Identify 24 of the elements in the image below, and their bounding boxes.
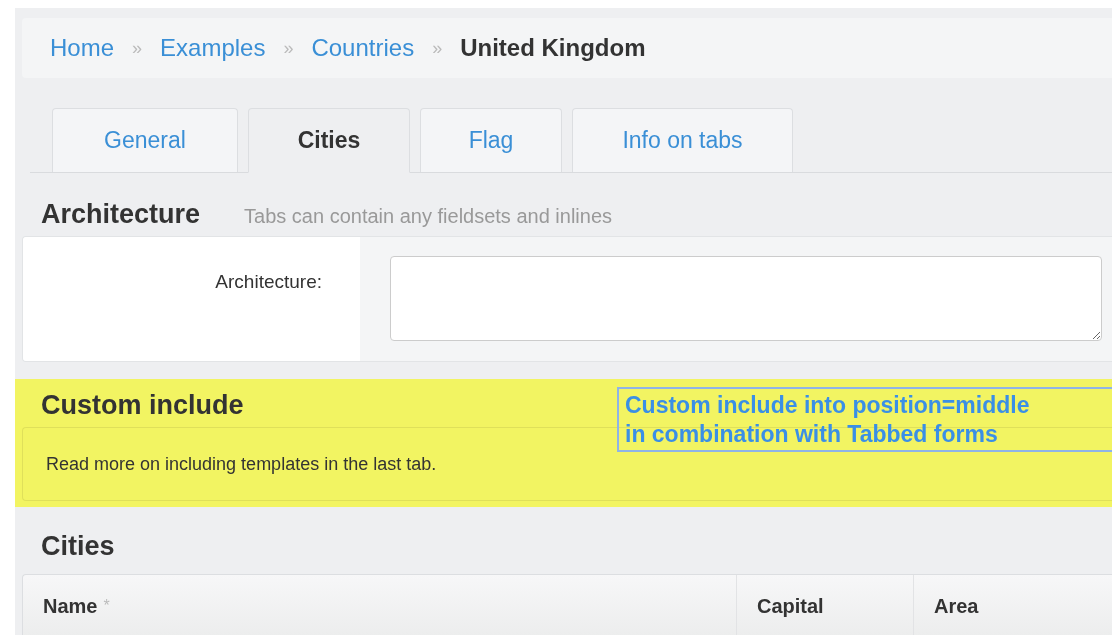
section-description: Tabs can contain any fieldsets and inlines [244, 205, 613, 228]
section-title: Custom include [41, 389, 244, 421]
breadcrumb-separator: » [432, 37, 443, 59]
annotation-text: in combination with Tabbed forms [625, 420, 999, 449]
column-header: Area [934, 594, 979, 618]
column-header: Name [43, 594, 98, 618]
text-area[interactable] [390, 256, 1102, 341]
breadcrumb-link[interactable]: Countries [311, 34, 415, 62]
tab[interactable]: Cities [248, 108, 410, 173]
breadcrumb-link[interactable]: Home [50, 34, 115, 62]
include-text: Read more on including templates in the last tab. [46, 453, 437, 475]
breadcrumb-separator: » [283, 37, 294, 59]
breadcrumb-current: United Kingdom [460, 34, 646, 62]
required-mark: * [103, 597, 110, 615]
annotation-text: Custom include into position=middle [625, 391, 1031, 420]
tab[interactable]: General [52, 108, 238, 172]
breadcrumb-separator: » [132, 37, 143, 59]
section-title: Architecture [41, 199, 201, 230]
tab[interactable]: Flag [420, 108, 562, 172]
section-title: Cities [41, 531, 115, 562]
field-label: Architecture: [215, 271, 322, 294]
column-header: Capital [757, 594, 824, 618]
tab[interactable]: Info on tabs [572, 108, 793, 172]
breadcrumb-link[interactable]: Examples [160, 34, 266, 62]
